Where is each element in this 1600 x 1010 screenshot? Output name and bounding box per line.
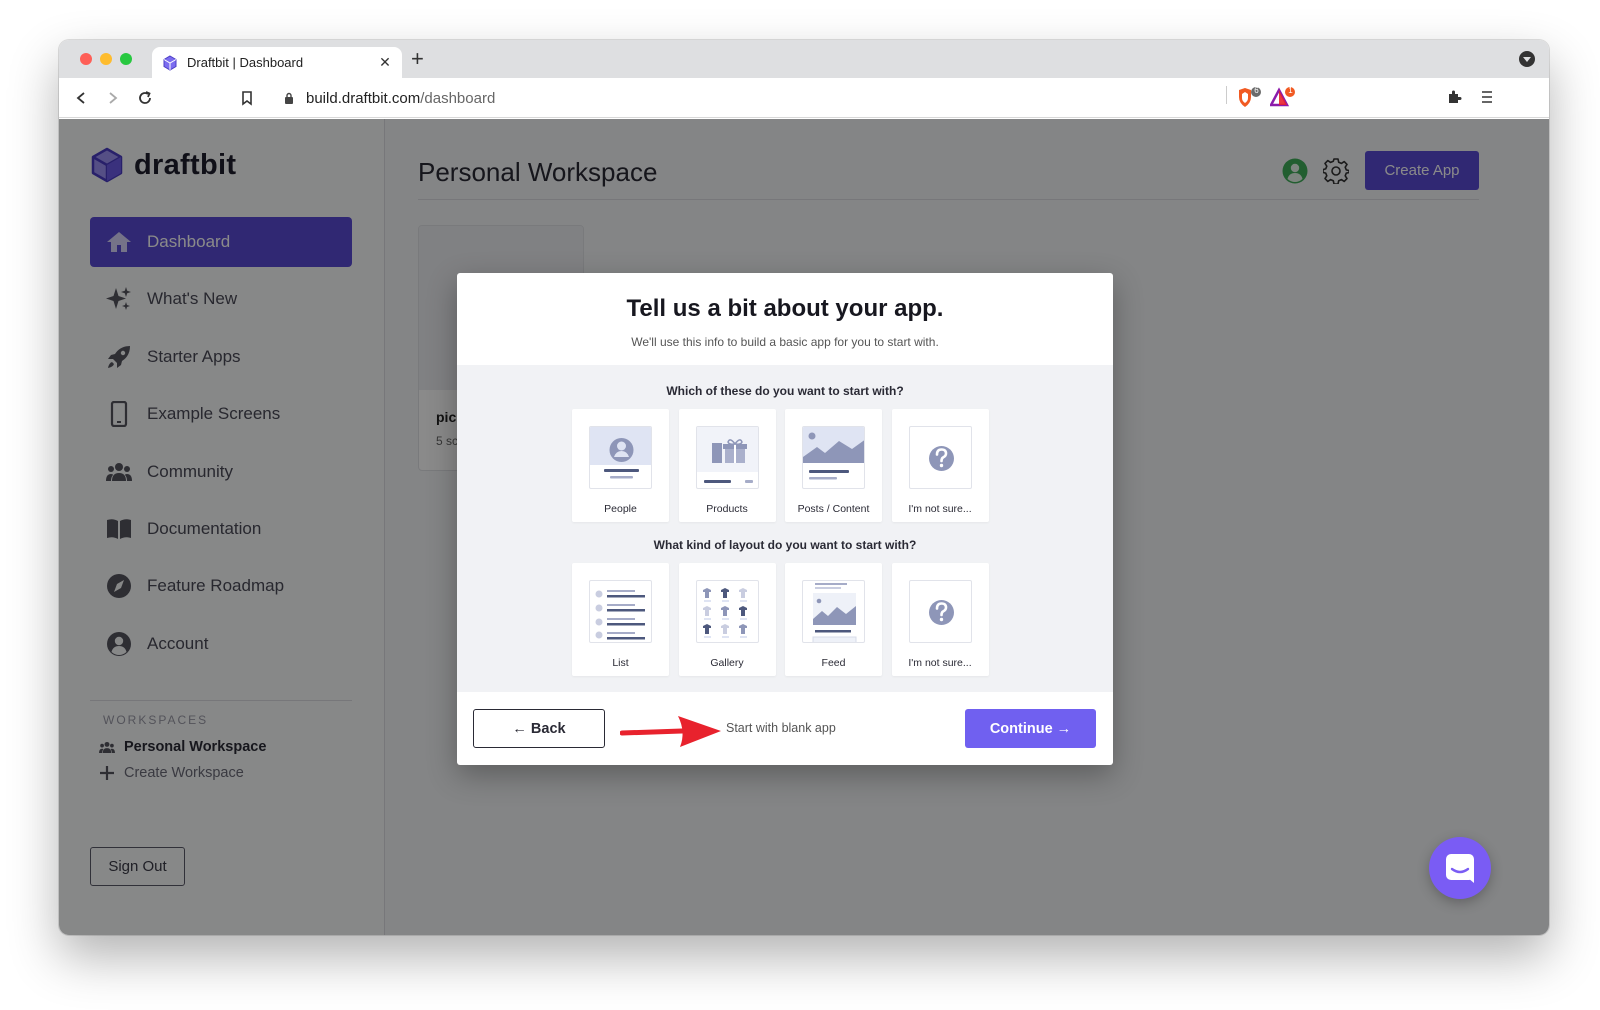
chat-icon [1446,854,1474,883]
option-label: Products [706,503,748,515]
option-label: Feed [821,657,846,669]
forward-nav-icon[interactable] [103,88,123,108]
shields-count: 6 [1254,86,1259,95]
tab-search-icon[interactable] [1519,51,1535,67]
question-content-type: Which of these do you want to start with… [666,384,904,398]
minimize-window-button[interactable] [100,53,112,65]
modal-body: Which of these do you want to start with… [457,365,1113,692]
continue-button[interactable]: Continue → [965,709,1096,748]
reload-icon[interactable] [135,88,155,108]
rewards-count: 1 [1288,86,1293,95]
draftbit-app: draftbit Dashboard What's New Starter Ap… [59,119,1549,935]
maximize-window-button[interactable] [120,53,132,65]
tab-title: Draftbit | Dashboard [187,55,304,70]
red-arrow-annotation-icon [620,716,721,747]
option-posts-content[interactable]: Posts / Content [785,409,882,522]
option-people[interactable]: People [572,409,669,522]
chat-messenger-button[interactable] [1429,837,1491,899]
option-list[interactable]: List [572,563,669,676]
bookmark-icon[interactable] [237,88,257,108]
feed-layout-icon [802,580,865,643]
lock-icon [285,92,293,104]
option-products[interactable]: Products [678,409,776,522]
option-gallery[interactable]: Gallery [678,563,776,676]
option-feed[interactable]: Feed [785,563,882,676]
toolbar-separator [1226,86,1227,104]
option-not-sure-content[interactable]: I'm not sure... [891,409,989,522]
modal-title: Tell us a bit about your app. [626,295,944,322]
brave-rewards-icon[interactable]: 1 [1268,86,1296,114]
brave-shields-icon[interactable]: 6 [1236,86,1262,114]
option-label: Posts / Content [797,503,870,515]
layout-options: List Gallery Feed I'm not sure... [572,563,989,676]
url-host: build.draftbit.com [306,89,421,107]
browser-toolbar: build.draftbit.com/dashboard 6 1 [59,78,1549,118]
gallery-layout-icon [695,580,759,643]
tab-close-icon[interactable]: ✕ [378,54,392,71]
option-label: List [612,657,629,669]
new-tab-button[interactable]: + [411,48,424,70]
option-label: I'm not sure... [908,657,972,669]
url-path: /dashboard [420,89,496,107]
tab-strip: Draftbit | Dashboard ✕ + [59,40,1549,78]
browser-tab[interactable]: Draftbit | Dashboard ✕ [152,47,402,78]
content-type-options: People Products Posts / Content I'm not … [572,409,989,522]
posts-illustration-icon [802,426,865,489]
option-not-sure-layout[interactable]: I'm not sure... [891,563,989,676]
browser-window: Draftbit | Dashboard ✕ + build.draftbit.… [59,40,1549,935]
back-nav-icon[interactable] [71,88,91,108]
question-mark-icon [908,426,972,489]
draftbit-favicon-icon [163,54,177,71]
back-button[interactable]: ← Back [473,709,605,748]
option-label: People [604,503,637,515]
people-illustration-icon [589,426,652,489]
modal-subtitle: We'll use this info to build a basic app… [631,335,939,349]
list-layout-icon [589,580,652,643]
menu-icon[interactable] [1481,90,1493,109]
extensions-icon[interactable] [1446,89,1462,110]
question-layout: What kind of layout do you want to start… [653,538,917,552]
option-label: I'm not sure... [908,503,972,515]
onboarding-modal: Tell us a bit about your app. We'll use … [457,273,1113,765]
address-bar[interactable]: build.draftbit.com/dashboard [272,83,1300,113]
question-mark-icon [908,580,972,643]
start-blank-app-link[interactable]: Start with blank app [726,721,836,735]
option-label: Gallery [710,657,744,669]
close-window-button[interactable] [80,53,92,65]
modal-footer: ← Back Start with blank app Continue → [457,692,1113,765]
modal-header: Tell us a bit about your app. We'll use … [457,273,1113,365]
products-illustration-icon [695,426,759,489]
